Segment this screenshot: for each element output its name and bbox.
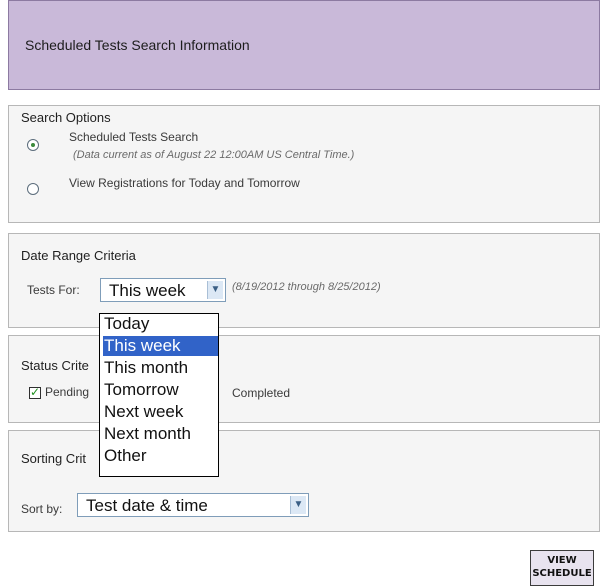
sorting-criteria-panel: Sorting Crit Sort by: Test date & time ▼ xyxy=(8,430,600,532)
page-title: Scheduled Tests Search Information xyxy=(25,37,250,53)
view-registrations-radio[interactable] xyxy=(27,183,39,195)
tests-for-dropdown-list[interactable]: Today This week This month Tomorrow Next… xyxy=(99,313,219,477)
completed-label: Completed xyxy=(232,386,291,400)
dropdown-option-tomorrow[interactable]: Tomorrow xyxy=(103,380,218,400)
chevron-down-icon[interactable]: ▼ xyxy=(290,496,306,514)
view-schedule-button[interactable]: VIEW SCHEDULE xyxy=(530,550,594,586)
pending-checkbox[interactable] xyxy=(29,385,41,399)
view-registrations-label: View Registrations for Today and Tomorro… xyxy=(69,176,300,190)
search-options-panel: Search Options Scheduled Tests Search (D… xyxy=(8,105,600,223)
page-header: Scheduled Tests Search Information xyxy=(8,0,600,90)
status-criteria-title: Status Crite xyxy=(21,358,89,373)
date-range-title: Date Range Criteria xyxy=(21,248,136,263)
view-schedule-line2: SCHEDULE xyxy=(532,568,592,579)
sort-by-selected-value: Test date & time xyxy=(86,496,208,515)
sort-by-select[interactable]: Test date & time ▼ xyxy=(77,493,309,517)
scheduled-tests-search-label: Scheduled Tests Search xyxy=(69,130,199,144)
dropdown-option-this-week[interactable]: This week xyxy=(103,336,218,356)
view-schedule-line1: VIEW xyxy=(547,555,577,566)
dropdown-option-today[interactable]: Today xyxy=(103,314,218,334)
pending-label: Pending xyxy=(45,385,90,399)
dropdown-option-this-month[interactable]: This month xyxy=(103,358,218,378)
tests-for-label: Tests For: xyxy=(27,283,80,297)
dropdown-option-next-week[interactable]: Next week xyxy=(103,402,218,422)
tests-for-select[interactable]: This week ▼ xyxy=(100,278,226,302)
tests-for-selected-value: This week xyxy=(109,281,186,300)
sort-by-label: Sort by: xyxy=(21,502,63,516)
dropdown-option-other[interactable]: Other xyxy=(103,446,218,466)
chevron-down-icon[interactable]: ▼ xyxy=(207,281,223,299)
sorting-criteria-title: Sorting Crit xyxy=(21,451,87,466)
scheduled-tests-note: (Data current as of August 22 12:00AM US… xyxy=(73,149,355,161)
status-criteria-panel: Status Crite Pending Completed xyxy=(8,335,600,423)
date-range-note: (8/19/2012 through 8/25/2012) xyxy=(232,281,381,293)
search-options-title: Search Options xyxy=(21,110,111,125)
dropdown-option-next-month[interactable]: Next month xyxy=(103,424,218,444)
scheduled-tests-search-radio[interactable] xyxy=(27,139,39,151)
date-range-panel: Date Range Criteria Tests For: This week… xyxy=(8,233,600,328)
